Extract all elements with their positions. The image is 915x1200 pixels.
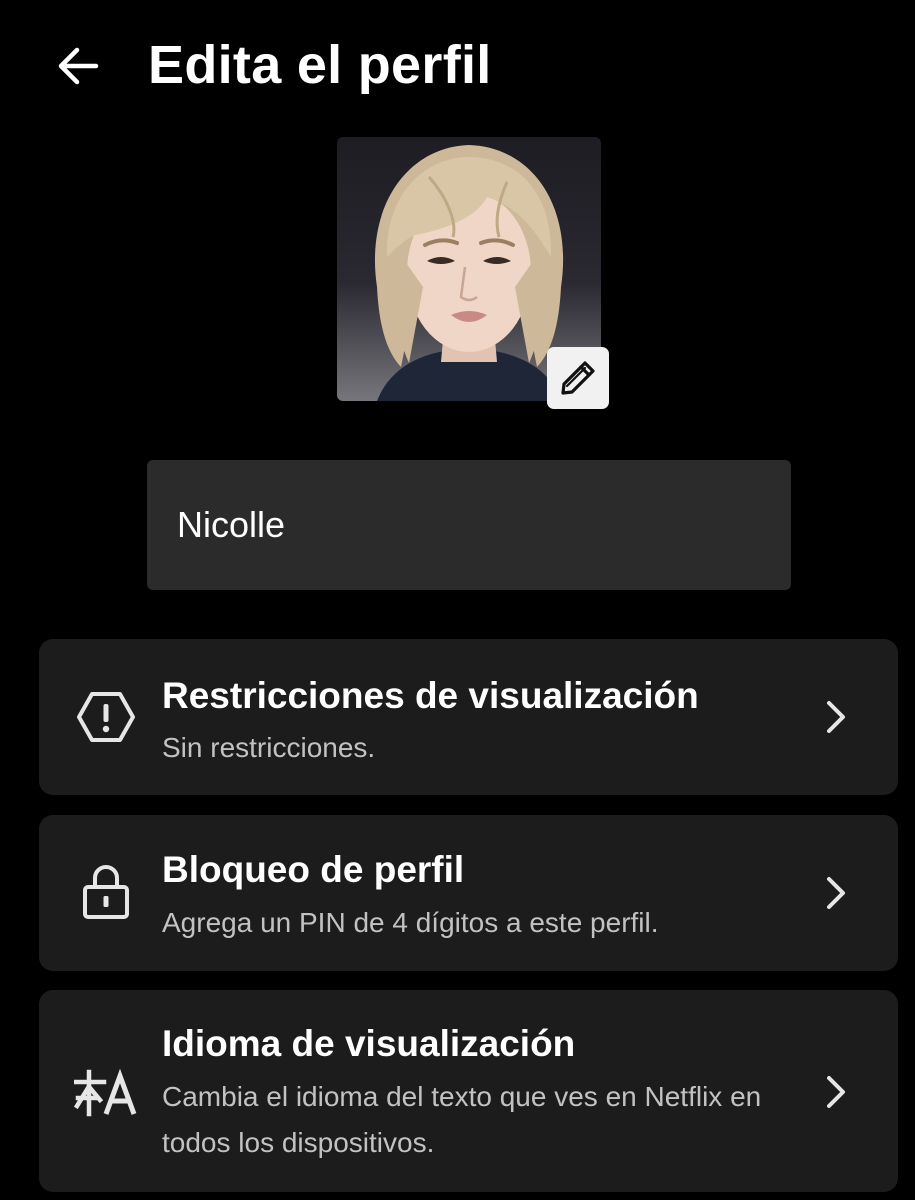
display-language-item[interactable]: Idioma de visualización Cambia el idioma… [39,990,898,1192]
display-language-subtitle: Cambia el idioma del texto que ves en Ne… [162,1081,762,1158]
chevron-right-icon [818,1074,854,1110]
profile-name-input[interactable] [177,504,761,546]
translate-icon [73,1060,139,1126]
viewing-restrictions-title: Restricciones de visualización [162,675,699,716]
edit-avatar-button[interactable] [547,347,609,409]
chevron-right-icon [818,699,854,735]
profile-lock-subtitle: Agrega un PIN de 4 dígitos a este perfil… [162,907,659,938]
chevron-right-icon [818,875,854,911]
header: Edita el perfil [0,0,915,130]
profile-lock-title: Bloqueo de perfil [162,849,465,890]
viewing-restrictions-subtitle: Sin restricciones. [162,732,376,763]
profile-name-field[interactable] [147,460,791,590]
lock-icon [73,859,139,925]
viewing-restrictions-item[interactable]: Restricciones de visualización Sin restr… [39,639,898,795]
arrow-left-icon [58,47,99,85]
profile-lock-item[interactable]: Bloqueo de perfil Agrega un PIN de 4 díg… [39,815,898,971]
warning-hexagon-icon [73,684,139,750]
page-title: Edita el perfil [148,35,492,95]
display-language-title: Idioma de visualización [162,1023,576,1064]
profile-avatar-container [337,137,609,409]
back-button[interactable] [50,38,106,94]
pencil-icon [561,361,595,395]
